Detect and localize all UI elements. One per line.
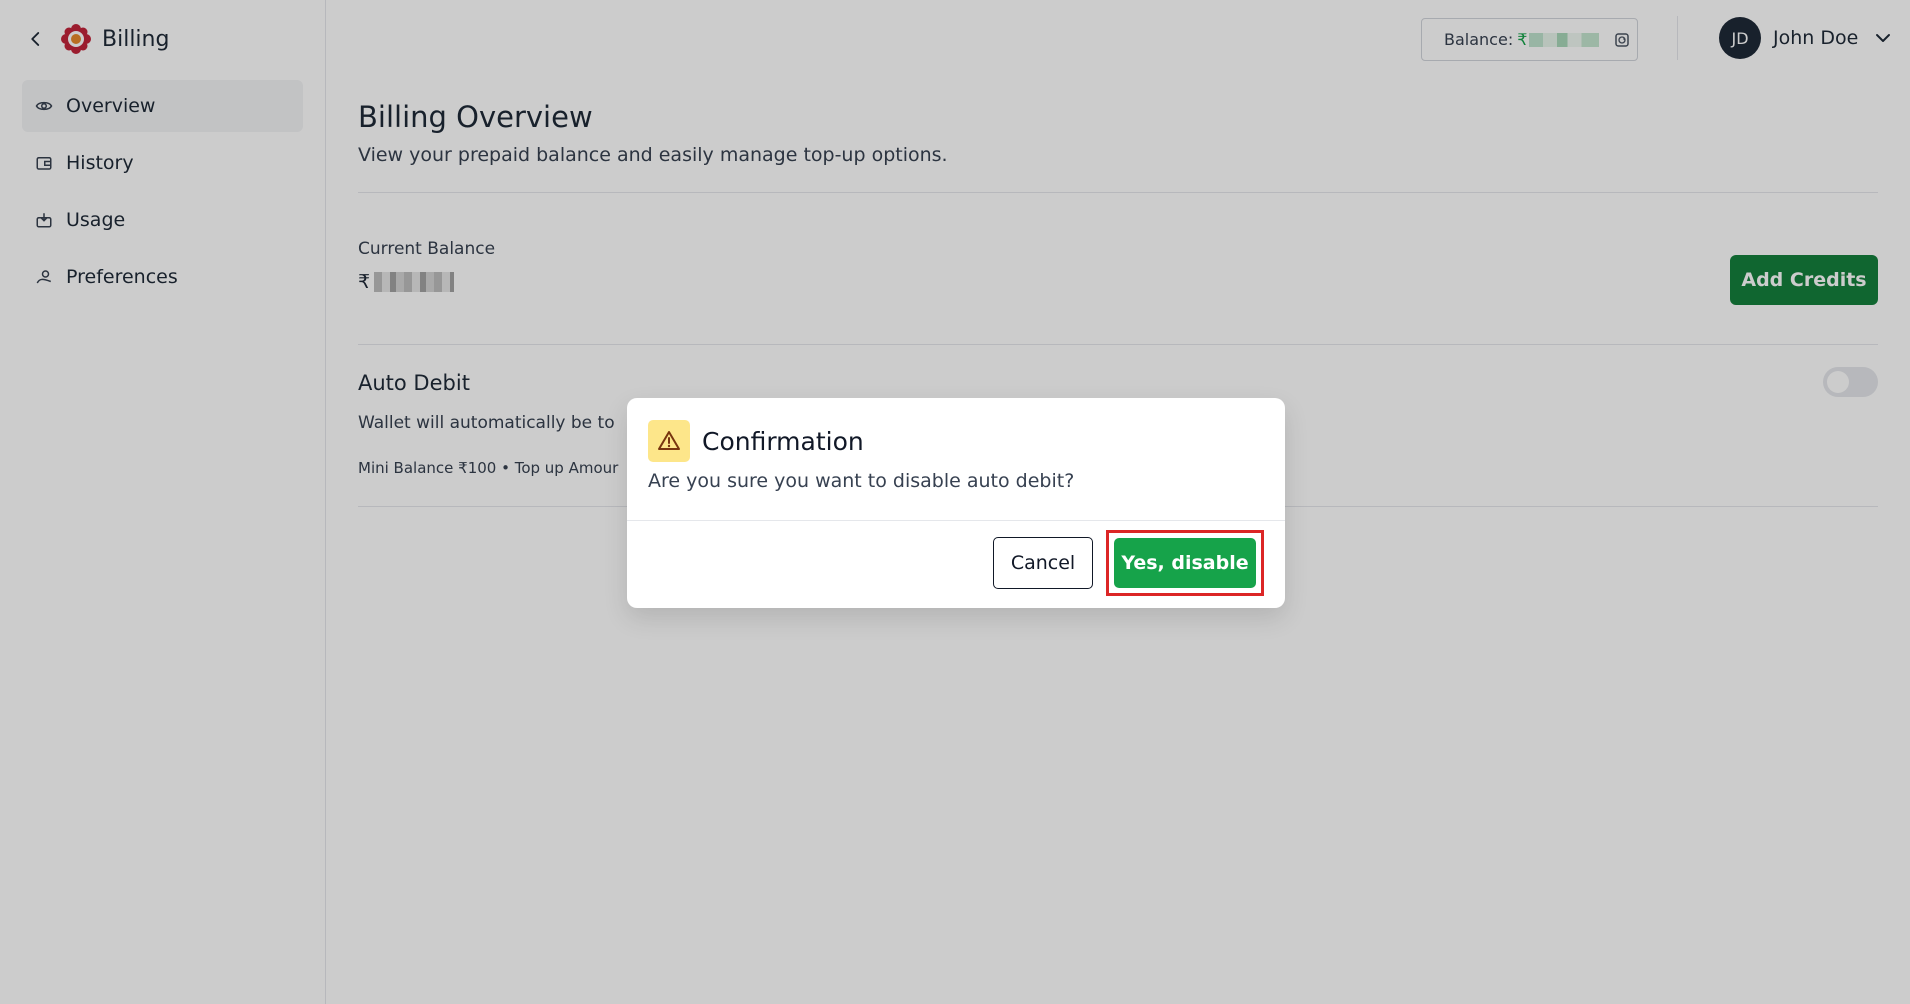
cancel-button[interactable]: Cancel — [993, 537, 1093, 589]
dialog-title: Confirmation — [702, 426, 864, 456]
confirmation-dialog: Confirmation Are you sure you want to di… — [627, 398, 1285, 608]
dialog-divider — [627, 520, 1285, 521]
dialog-message: Are you sure you want to disable auto de… — [648, 470, 1075, 492]
highlight-frame: Yes, disable — [1106, 530, 1264, 596]
confirm-disable-button[interactable]: Yes, disable — [1114, 538, 1256, 588]
dialog-header: Confirmation — [648, 420, 864, 462]
warning-icon — [648, 420, 690, 462]
